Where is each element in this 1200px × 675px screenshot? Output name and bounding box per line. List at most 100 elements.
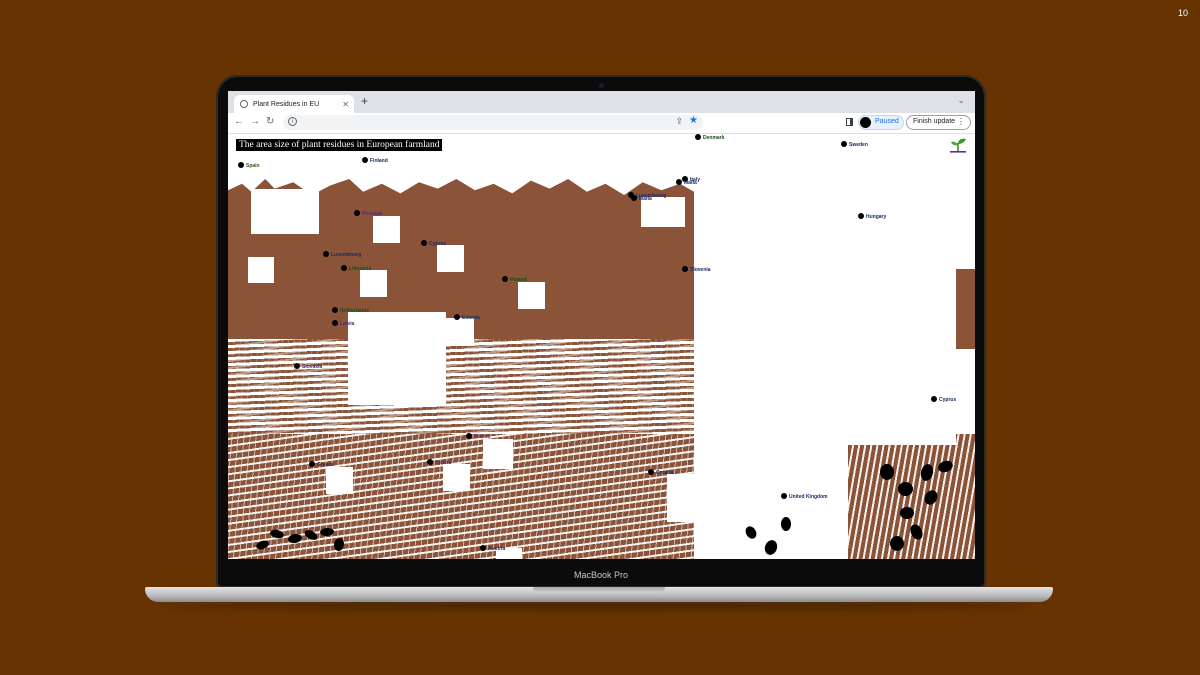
country-marker[interactable] (362, 157, 368, 163)
browser-window: Plant Residues in EU ✕ + ⌄ ← → ↻ i ⇪ ★ P… (228, 91, 975, 559)
camera (599, 83, 604, 88)
info-icon[interactable]: i (288, 117, 297, 126)
seed-shape (880, 464, 894, 480)
country-marker[interactable] (858, 213, 864, 219)
country-label: Slovenia (690, 267, 711, 273)
residue-patch (360, 270, 387, 297)
residue-patch (437, 245, 464, 272)
country-marker[interactable] (454, 314, 460, 320)
country-marker[interactable] (309, 461, 315, 467)
reload-icon[interactable]: ↻ (266, 116, 274, 127)
country-marker[interactable] (341, 265, 347, 271)
country-marker[interactable] (332, 307, 338, 313)
country-label: Luxembourg (331, 252, 362, 258)
country-label: Latvia (340, 321, 355, 327)
country-label: Sweden (849, 142, 868, 148)
kebab-menu-icon[interactable]: ⋮ (957, 117, 965, 126)
tab-bar: Plant Residues in EU ✕ + ⌄ (228, 91, 975, 113)
share-icon[interactable]: ⇪ (675, 116, 683, 127)
country-marker[interactable] (631, 195, 637, 201)
residue-patch (248, 257, 274, 283)
country-label: Denmark (703, 135, 725, 141)
country-label: Austria (488, 546, 506, 552)
country-marker[interactable] (354, 210, 360, 216)
country-marker[interactable] (676, 179, 682, 185)
country-label: France (474, 434, 491, 440)
residue-patch (446, 318, 474, 346)
star-icon[interactable]: ★ (689, 115, 698, 126)
tab-plant-residues[interactable]: Plant Residues in EU ✕ (234, 95, 354, 113)
finish-update-button[interactable]: Finish update ⋮ (906, 115, 971, 130)
country-label: Finland (370, 158, 388, 164)
chevron-down-icon[interactable]: ⌄ (957, 95, 965, 106)
laptop-shadow (165, 602, 1033, 610)
country-marker[interactable] (480, 545, 486, 551)
plus-icon[interactable]: + (361, 94, 368, 108)
laptop-base (145, 587, 1053, 602)
country-marker[interactable] (931, 396, 937, 402)
country-marker[interactable] (294, 363, 300, 369)
country-label: Spain (246, 163, 260, 169)
residue-patch (819, 500, 845, 526)
country-marker[interactable] (781, 493, 787, 499)
residue-patch (667, 474, 714, 522)
seed-shape (900, 507, 914, 519)
country-marker[interactable] (466, 433, 472, 439)
field-texture-right (848, 434, 975, 559)
close-icon[interactable]: ✕ (342, 100, 349, 109)
profile-paused-button[interactable]: Paused (858, 115, 904, 130)
field-strip-right (956, 269, 975, 349)
address-bar[interactable]: i ⇪ ★ (283, 115, 703, 130)
country-marker[interactable] (427, 459, 433, 465)
country-label: Cyprus (939, 397, 957, 403)
country-marker[interactable] (682, 266, 688, 272)
seed-shape (890, 536, 904, 551)
residue-patch (518, 282, 545, 309)
residue-patch (483, 439, 513, 469)
country-label: Portugal (362, 211, 383, 217)
residue-patch (373, 216, 400, 243)
country-label: Lithuania (349, 266, 372, 272)
browser-toolbar: ← → ↻ i ⇪ ★ Paused Finish update ⋮ (228, 113, 975, 134)
country-label: Slovakia (302, 364, 323, 370)
country-marker[interactable] (695, 134, 701, 140)
residue-patch (443, 464, 470, 491)
page-title: The area size of plant residues in Europ… (236, 139, 443, 151)
white-area (694, 189, 956, 445)
country-label: Malta (639, 196, 652, 202)
country-label: Hungary (866, 214, 887, 220)
country-label: Greece (317, 462, 334, 468)
residue-patch (326, 467, 353, 494)
country-marker[interactable] (421, 240, 427, 246)
forward-arrow-icon[interactable]: → (250, 116, 260, 127)
slide-number: 10 (1177, 8, 1188, 18)
device-label: MacBook Pro (573, 570, 629, 580)
country-marker[interactable] (323, 251, 329, 257)
page-viewport: The area size of plant residues in Europ… (228, 134, 975, 559)
avatar-icon (860, 117, 871, 128)
field-furrows (228, 339, 694, 434)
country-marker[interactable] (238, 162, 244, 168)
globe-icon (240, 100, 248, 108)
country-label: Ireland (435, 460, 452, 466)
seed-shape (762, 538, 780, 557)
seed-shape (898, 482, 913, 496)
country-label: Estonia (462, 315, 481, 321)
country-marker[interactable] (332, 320, 338, 326)
country-marker[interactable] (502, 276, 508, 282)
country-label: Cyprus (429, 241, 447, 247)
finish-update-label: Finish update (913, 118, 956, 125)
side-panel-icon[interactable] (846, 118, 853, 126)
country-label: Croatia (656, 470, 674, 476)
country-label: Malta (684, 180, 697, 186)
residue-patch (251, 189, 319, 234)
residue-patch (348, 312, 446, 405)
paused-label: Paused (875, 118, 899, 125)
tab-title: Plant Residues in EU (253, 100, 320, 108)
back-arrow-icon[interactable]: ← (234, 116, 244, 127)
country-label: United Kingdom (789, 494, 828, 500)
country-marker[interactable] (648, 469, 654, 475)
seed-shape (743, 524, 759, 541)
seed-shape (781, 517, 791, 531)
country-marker[interactable] (841, 141, 847, 147)
